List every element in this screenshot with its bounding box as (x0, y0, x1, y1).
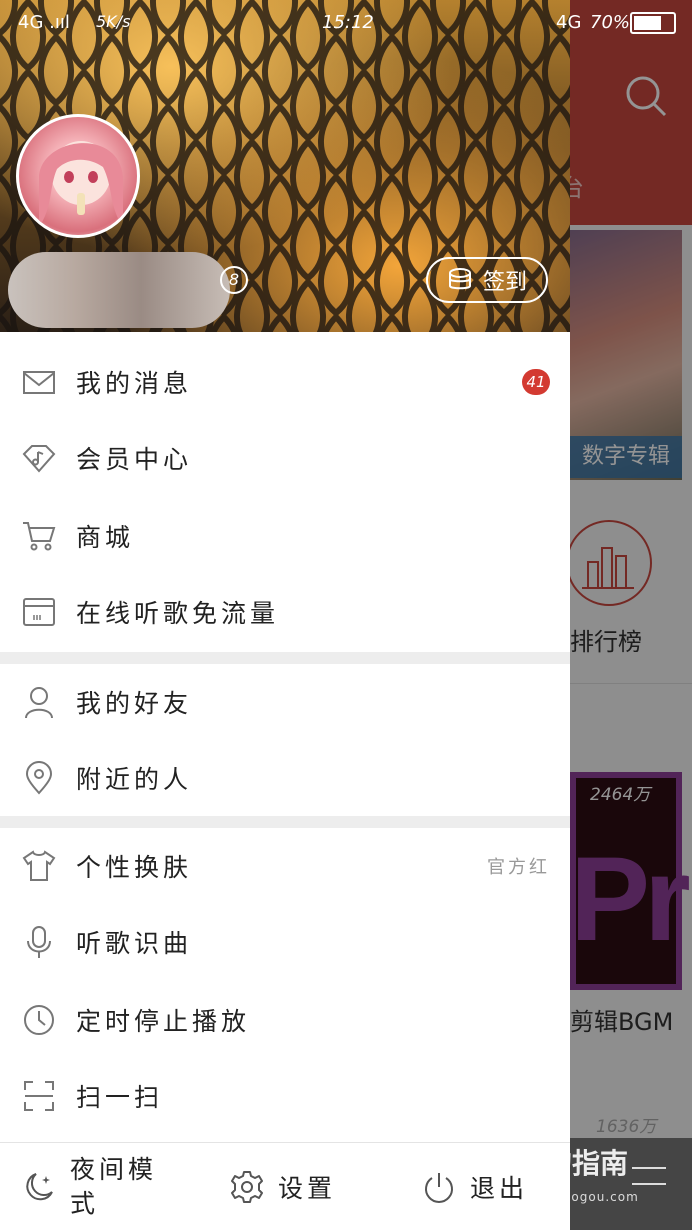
person-icon (25, 687, 53, 719)
menu-item-timer[interactable]: 定时停止播放 (0, 982, 570, 1058)
tshirt-icon (22, 850, 56, 881)
menu-item-vip[interactable]: 会员中心 (0, 420, 570, 496)
cart-icon (23, 522, 56, 551)
section-divider (0, 652, 570, 664)
power-icon (425, 1173, 453, 1203)
menu-label: 商城 (76, 523, 135, 552)
coins-icon (448, 268, 471, 290)
drawer-header: 8 签到 (0, 0, 570, 332)
status-bar: 4G .ııl 5K/s 15:12 4G 70% (0, 0, 692, 46)
gear-icon (231, 1171, 263, 1203)
network-type: 4G (556, 12, 582, 33)
menu-label: 我的消息 (76, 369, 193, 398)
night-mode-label: 夜间模式 (70, 1155, 158, 1218)
clock-icon (24, 1005, 54, 1035)
signal-indicator: 4G .ııl (18, 12, 70, 33)
menu-item-mall[interactable]: 商城 (0, 498, 570, 574)
menu-label: 附近的人 (76, 765, 193, 794)
menu-label: 扫一扫 (76, 1083, 164, 1112)
menu-label: 听歌识曲 (76, 929, 193, 958)
drawer-footer: 夜间模式 设置 退出 (0, 1142, 570, 1230)
menu-item-recognize[interactable]: 听歌识曲 (0, 904, 570, 980)
clock: 15:12 (322, 12, 374, 33)
side-drawer: 8 签到 我的消息 41 会员中心 商城 在线听歌免流量 我的好友 附近的人 个… (0, 0, 570, 1230)
unread-badge: 41 (522, 369, 550, 395)
menu-label: 我的好友 (76, 689, 193, 718)
menu-item-scan[interactable]: 扫一扫 (0, 1058, 570, 1134)
mail-icon (23, 371, 55, 394)
diamond-music-icon (22, 445, 56, 473)
menu-label: 定时停止播放 (76, 1007, 251, 1036)
current-skin-value: 官方红 (487, 857, 550, 878)
night-mode-button[interactable]: 夜间模式 (22, 1143, 162, 1230)
sim-card-icon (23, 598, 55, 626)
menu-icon[interactable] (630, 1162, 668, 1192)
exit-button[interactable]: 退出 (422, 1143, 528, 1230)
menu-label: 个性换肤 (76, 853, 193, 882)
menu-item-nearby[interactable]: 附近的人 (0, 740, 570, 816)
settings-label: 设置 (278, 1174, 337, 1203)
username[interactable] (8, 252, 230, 328)
section-divider (0, 816, 570, 828)
microphone-icon (27, 926, 51, 958)
location-pin-icon (25, 761, 53, 795)
battery-level (634, 16, 661, 30)
battery-icon (630, 12, 676, 34)
settings-button[interactable]: 设置 (230, 1143, 336, 1230)
moon-icon (26, 1173, 53, 1201)
exit-label: 退出 (470, 1174, 529, 1203)
scan-icon (24, 1081, 54, 1111)
menu-item-messages[interactable]: 我的消息 41 (0, 344, 570, 420)
menu-item-free-data[interactable]: 在线听歌免流量 (0, 574, 570, 650)
menu-label: 在线听歌免流量 (76, 599, 280, 628)
menu-item-skin[interactable]: 个性换肤 官方红 (0, 828, 570, 904)
menu-item-friends[interactable]: 我的好友 (0, 664, 570, 740)
checkin-label: 签到 (482, 270, 527, 295)
menu-label: 会员中心 (76, 445, 193, 474)
level-badge: 8 (220, 266, 248, 294)
avatar[interactable] (16, 114, 140, 238)
checkin-button[interactable]: 签到 (426, 257, 548, 303)
network-speed: 5K/s (96, 12, 131, 31)
battery-percent: 70% (590, 12, 631, 33)
